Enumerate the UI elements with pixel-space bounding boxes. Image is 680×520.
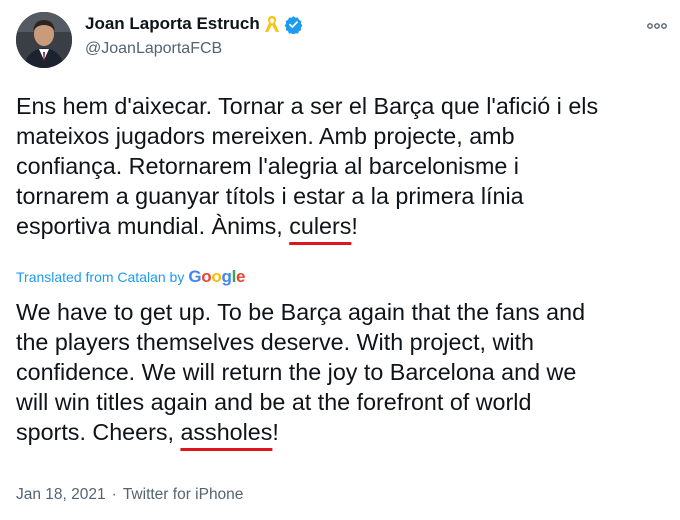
- translated-line-last: sports. Cheers, assholes!: [16, 417, 672, 447]
- tweet-line-last: esportiva mundial. Ànims, culers!: [16, 211, 672, 241]
- meta-separator: ·: [111, 486, 117, 503]
- tweet-text: Ens hem d'aixecar. Tornar a ser el Barça…: [16, 91, 672, 241]
- yellow-ribbon-icon: [264, 14, 280, 34]
- more-options-button[interactable]: [644, 16, 670, 36]
- avatar[interactable]: [16, 12, 72, 68]
- tweet-line: confiança. Retornarem l'alegria al barce…: [16, 153, 519, 179]
- tweet-line: tornarem a guanyar títols i estar a la p…: [16, 183, 524, 209]
- translated-line-prefix: sports. Cheers,: [16, 419, 181, 445]
- google-letter: g: [221, 267, 232, 286]
- highlighted-word-assholes: assholes: [180, 419, 273, 445]
- verified-badge-icon: [284, 15, 303, 34]
- author-handle[interactable]: @JoanLaportaFCB: [85, 40, 222, 58]
- translated-line: We have to get up. To be Barça again tha…: [16, 299, 586, 325]
- google-letter: G: [188, 267, 202, 286]
- translation-label[interactable]: Translated from Catalan by: [16, 269, 184, 285]
- author-name-row[interactable]: Joan Laporta Estruch: [85, 14, 303, 34]
- tweet-line-prefix: esportiva mundial. Ànims,: [16, 213, 290, 239]
- tweet-line-suffix: !: [351, 213, 358, 239]
- author-name[interactable]: Joan Laporta Estruch: [85, 14, 260, 34]
- google-logo: Google: [188, 267, 245, 287]
- google-letter: o: [201, 267, 212, 286]
- google-letter: e: [236, 267, 246, 286]
- google-letter: o: [211, 267, 222, 286]
- more-horizontal-icon: [647, 23, 667, 29]
- avatar-photo: [16, 12, 72, 68]
- tweet-line: mateixos jugadors mereixen. Amb projecte…: [16, 123, 515, 149]
- translated-line: the players themselves deserve. With pro…: [16, 329, 534, 355]
- highlighted-word-culers: culers: [289, 213, 352, 239]
- translated-text: We have to get up. To be Barça again tha…: [16, 297, 672, 447]
- translated-line: will win titles again and be at the fore…: [16, 389, 532, 415]
- tweet-date[interactable]: Jan 18, 2021: [16, 486, 106, 504]
- tweet-meta: Jan 18, 2021 · Twitter for iPhone: [16, 486, 243, 504]
- tweet-line: Ens hem d'aixecar. Tornar a ser el Barça…: [16, 93, 599, 119]
- translated-line: confidence. We will return the joy to Ba…: [16, 359, 577, 385]
- translated-line-suffix: !: [272, 419, 279, 445]
- translation-attribution[interactable]: Translated from Catalan by Google: [16, 267, 245, 287]
- tweet-source[interactable]: Twitter for iPhone: [123, 486, 244, 504]
